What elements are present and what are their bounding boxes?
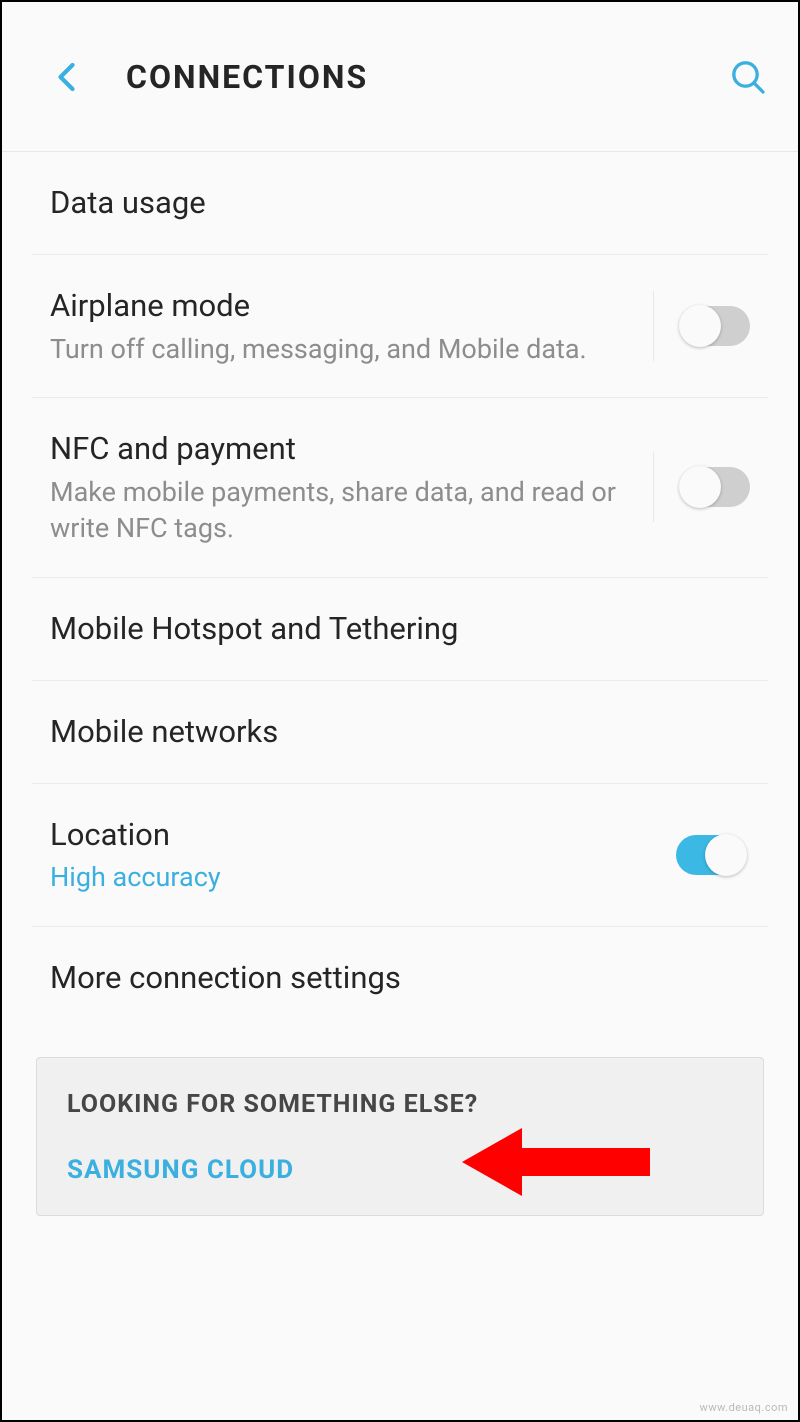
toggle-knob [705, 834, 747, 876]
item-subtitle: High accuracy [50, 859, 666, 895]
item-title: NFC and payment [50, 428, 643, 470]
item-location[interactable]: Location High accuracy [32, 784, 768, 927]
item-title: Mobile Hotspot and Tethering [50, 608, 740, 650]
watermark: www.deuaq.com [700, 1401, 788, 1414]
item-subtitle: Turn off calling, messaging, and Mobile … [50, 331, 643, 367]
page-title: CONNECTIONS [126, 58, 728, 96]
item-airplane-mode[interactable]: Airplane mode Turn off calling, messagin… [32, 255, 768, 398]
header-bar: CONNECTIONS [2, 2, 798, 152]
item-title: Airplane mode [50, 285, 643, 327]
toggle-wrap [653, 291, 750, 361]
item-title: Location [50, 814, 666, 856]
airplane-mode-toggle[interactable] [680, 306, 750, 346]
samsung-cloud-link[interactable]: SAMSUNG CLOUD [67, 1155, 733, 1185]
item-subtitle: Make mobile payments, share data, and re… [50, 474, 643, 547]
toggle-wrap [653, 452, 750, 522]
item-more-connection-settings[interactable]: More connection settings [32, 927, 768, 1029]
item-title: Mobile networks [50, 711, 740, 753]
toggle-knob [679, 305, 721, 347]
nfc-toggle[interactable] [680, 467, 750, 507]
item-title: Data usage [50, 182, 740, 224]
item-mobile-hotspot[interactable]: Mobile Hotspot and Tethering [32, 578, 768, 681]
search-icon[interactable] [728, 57, 768, 97]
footer-heading: LOOKING FOR SOMETHING ELSE? [67, 1090, 733, 1119]
footer-card: LOOKING FOR SOMETHING ELSE? SAMSUNG CLOU… [36, 1057, 764, 1216]
item-mobile-networks[interactable]: Mobile networks [32, 681, 768, 784]
toggle-knob [679, 466, 721, 508]
item-nfc-payment[interactable]: NFC and payment Make mobile payments, sh… [32, 398, 768, 578]
location-toggle[interactable] [676, 835, 746, 875]
item-data-usage[interactable]: Data usage [32, 152, 768, 255]
item-title: More connection settings [50, 957, 740, 999]
settings-list: Data usage Airplane mode Turn off callin… [2, 152, 798, 1029]
back-icon[interactable] [50, 59, 86, 95]
